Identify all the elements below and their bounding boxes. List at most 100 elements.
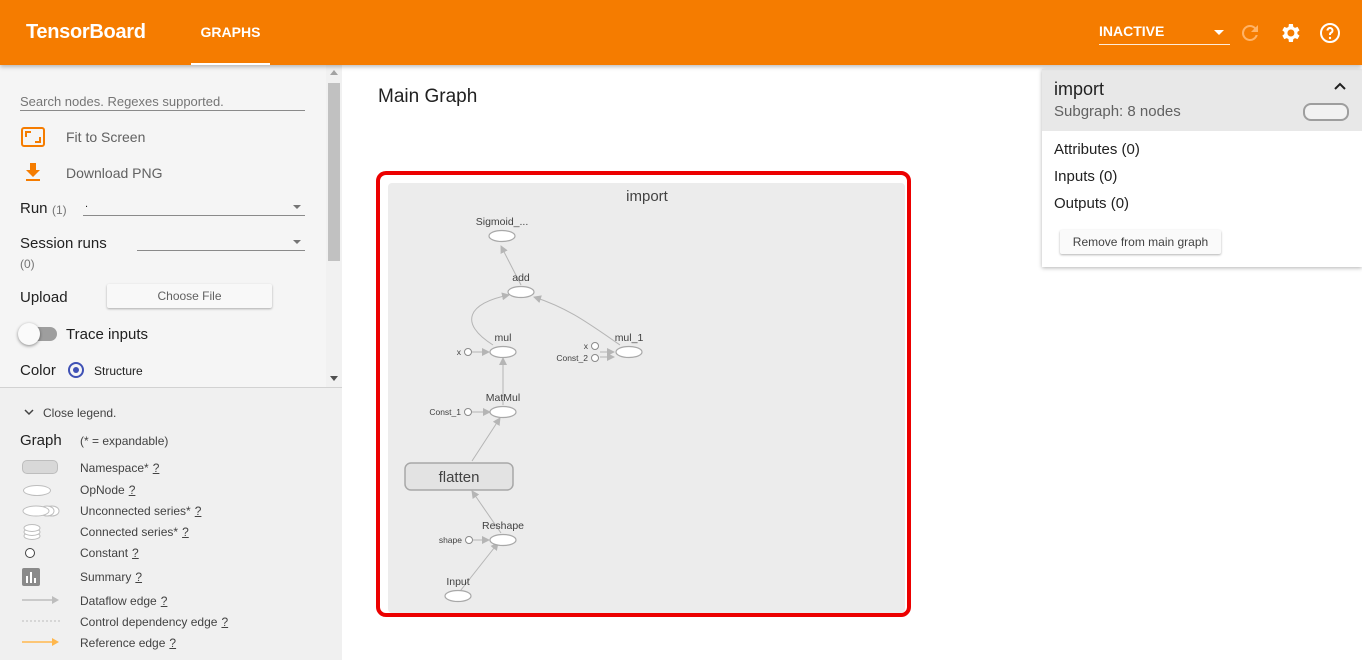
mul-label: mul — [495, 332, 512, 344]
matmul-op-node[interactable] — [489, 405, 517, 419]
reload-icon[interactable] — [1238, 21, 1262, 45]
legend-constant: Constant? — [80, 546, 139, 560]
trace-inputs-label: Trace inputs — [66, 326, 148, 343]
fit-to-screen-button[interactable]: Fit to Screen — [20, 125, 300, 149]
upload-label: Upload — [20, 289, 68, 306]
legend-opnode-label: OpNode — [80, 483, 125, 497]
graph-canvas-selection[interactable]: import flatten Sigmoid_... add mul mul_1… — [376, 171, 911, 617]
unconnected-series-icon — [22, 505, 60, 517]
const2-label: Const_2 — [556, 353, 588, 363]
app-title: TensorBoard — [26, 21, 146, 43]
namespace-icon — [22, 460, 58, 474]
sigmoid-label: Sigmoid_... — [476, 216, 529, 228]
outputs-section[interactable]: Outputs (0) — [1054, 195, 1129, 212]
legend-help-link[interactable]: ? — [169, 636, 176, 650]
chevron-down-icon — [293, 240, 301, 244]
legend-reference-edge-label: Reference edge — [80, 636, 166, 650]
color-label: Color — [20, 362, 56, 379]
settings-gear-icon[interactable] — [1278, 21, 1302, 45]
import-namespace-node[interactable]: import flatten Sigmoid_... add mul mul_1… — [388, 183, 905, 613]
namespace-title: import — [626, 188, 669, 205]
add-op-node[interactable] — [507, 285, 535, 299]
graph-edges — [456, 245, 621, 596]
color-structure-radio[interactable] — [68, 362, 84, 378]
node-info-header: import Subgraph: 8 nodes — [1042, 69, 1362, 131]
legend-panel: Close legend. Graph (* = expandable) Nam… — [0, 387, 342, 660]
fit-screen-icon — [21, 127, 45, 147]
summary-icon — [22, 568, 40, 586]
chevron-down-icon — [24, 409, 34, 416]
edge-mul1-add — [533, 295, 621, 346]
legend-unconnected-series-label: Unconnected series* — [80, 504, 191, 518]
sigmoid-op-node[interactable] — [488, 229, 516, 243]
search-nodes-input[interactable] — [20, 93, 305, 111]
x-constant-node[interactable] — [464, 348, 472, 356]
attributes-section[interactable]: Attributes (0) — [1054, 141, 1140, 158]
node-info-title: import — [1054, 79, 1105, 99]
const1-label: Const_1 — [429, 407, 461, 417]
legend-help-link[interactable]: ? — [135, 570, 142, 584]
node-info-card: import Subgraph: 8 nodes Attributes (0) … — [1042, 69, 1362, 267]
graph-svg[interactable]: import flatten Sigmoid_... add mul mul_1… — [388, 183, 905, 613]
scroll-up-arrow-icon[interactable] — [330, 70, 338, 75]
inputs-section[interactable]: Inputs (0) — [1054, 168, 1117, 185]
chevron-up-icon[interactable] — [1333, 81, 1347, 91]
legend-help-link[interactable]: ? — [195, 504, 202, 518]
close-legend-button[interactable]: Close legend. — [24, 406, 116, 420]
control-dependency-edge-icon — [22, 620, 60, 622]
top-app-bar: TensorBoard GRAPHS INACTIVE — [0, 0, 1362, 65]
shape-constant-node[interactable] — [465, 536, 473, 544]
chevron-down-icon — [293, 205, 301, 209]
choose-file-button[interactable]: Choose File — [107, 284, 272, 308]
session-runs-dropdown[interactable] — [137, 233, 305, 251]
shape-label: shape — [439, 535, 462, 545]
input-op-node[interactable] — [444, 589, 472, 603]
reshape-op-node[interactable] — [489, 533, 517, 547]
run-dropdown[interactable]: . — [83, 198, 305, 216]
main-graph-title: Main Graph — [378, 86, 478, 107]
trace-inputs-toggle-knob[interactable] — [18, 323, 40, 345]
dataflow-edge-icon — [22, 596, 59, 604]
legend-control-dependency-edge-label: Control dependency edge — [80, 615, 218, 629]
reference-edge-icon — [22, 638, 59, 646]
x2-constant-node[interactable] — [591, 342, 599, 350]
download-png-label: Download PNG — [66, 165, 163, 181]
legend-help-link[interactable]: ? — [182, 525, 189, 539]
constant-icon — [25, 548, 35, 558]
legend-namespace: Namespace*? — [80, 461, 159, 475]
opnode-icon — [23, 485, 51, 496]
namespace-preview-icon — [1303, 103, 1349, 121]
legend-help-link[interactable]: ? — [153, 461, 160, 475]
download-png-button[interactable]: Download PNG — [20, 161, 300, 185]
node-info-subtitle: Subgraph: 8 nodes — [1054, 103, 1181, 120]
flatten-label: flatten — [439, 469, 480, 486]
tab-graphs[interactable]: GRAPHS — [191, 0, 270, 65]
op-nodes — [444, 229, 643, 603]
legend-help-link[interactable]: ? — [161, 594, 168, 608]
legend-expandable-note: (* = expandable) — [80, 434, 169, 448]
legend-summary: Summary? — [80, 570, 142, 584]
run-selector-dropdown[interactable]: INACTIVE — [1099, 20, 1230, 45]
legend-help-link[interactable]: ? — [132, 546, 139, 560]
help-icon[interactable] — [1318, 21, 1342, 45]
scroll-down-arrow-icon[interactable] — [330, 376, 338, 381]
legend-help-link[interactable]: ? — [221, 615, 228, 629]
const2-constant-node[interactable] — [591, 354, 599, 362]
run-label: Run — [20, 200, 48, 217]
input-label: Input — [446, 576, 469, 588]
chevron-down-icon — [1214, 30, 1224, 35]
radio-selected-dot — [73, 367, 79, 373]
reshape-label: Reshape — [482, 520, 524, 532]
legend-opnode: OpNode? — [80, 483, 135, 497]
download-icon — [26, 163, 40, 181]
node-labels: Sigmoid_... add mul mul_1 x x Const_2 Ma… — [429, 216, 643, 588]
mul-op-node[interactable] — [489, 345, 517, 359]
const1-constant-node[interactable] — [464, 408, 472, 416]
sidebar-scrollbar-thumb[interactable] — [328, 83, 340, 261]
legend-help-link[interactable]: ? — [129, 483, 136, 497]
legend-control-dependency-edge: Control dependency edge? — [80, 615, 228, 629]
legend-dataflow-edge-label: Dataflow edge — [80, 594, 157, 608]
remove-from-main-graph-button[interactable]: Remove from main graph — [1060, 230, 1221, 254]
mul1-op-node[interactable] — [615, 345, 643, 359]
tab-graphs-label: GRAPHS — [200, 24, 261, 40]
